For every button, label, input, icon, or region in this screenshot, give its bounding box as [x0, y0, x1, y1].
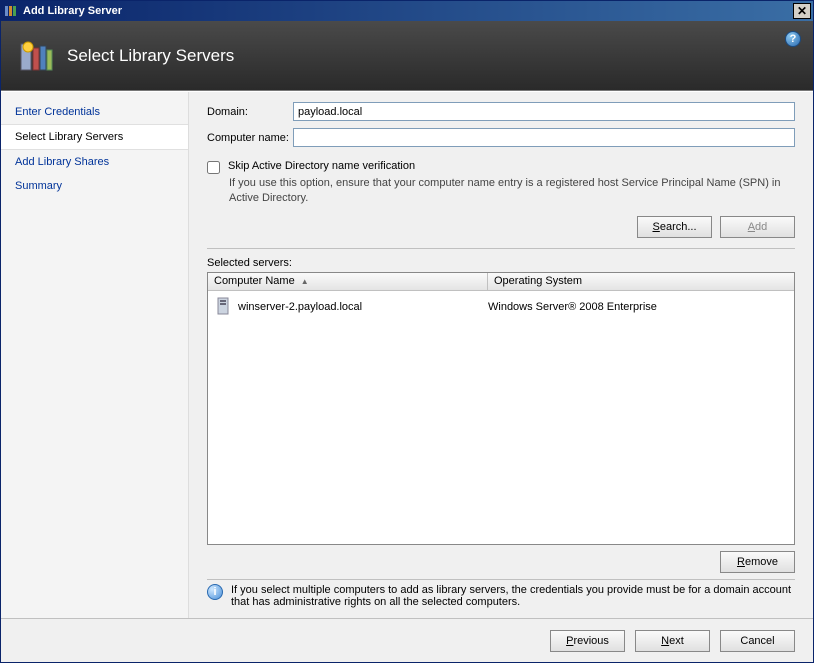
cancel-button[interactable]: Cancel: [720, 630, 795, 652]
sort-asc-icon: ▲: [301, 277, 309, 286]
info-icon: i: [207, 584, 223, 600]
server-icon: [214, 297, 232, 318]
next-button[interactable]: Next: [635, 630, 710, 652]
skip-ad-verification-checkbox[interactable]: [207, 161, 220, 174]
row-operating-system: Windows Server® 2008 Enterprise: [488, 301, 788, 313]
wizard-footer: Previous Next Cancel: [1, 618, 813, 662]
column-operating-system[interactable]: Operating System: [488, 273, 794, 290]
domain-label: Domain:: [207, 106, 293, 118]
close-button[interactable]: ✕: [793, 3, 811, 19]
page-title: Select Library Servers: [67, 46, 234, 66]
search-button[interactable]: Search...: [637, 216, 712, 238]
window-title: Add Library Server: [23, 5, 793, 17]
row-computer-name: winserver-2.payload.local: [238, 301, 488, 313]
domain-input[interactable]: [293, 102, 795, 121]
titlebar: Add Library Server ✕: [1, 1, 813, 21]
main-panel: Domain: Computer name: Skip Active Direc…: [189, 92, 813, 618]
skip-hint-text: If you use this option, ensure that your…: [229, 176, 795, 206]
wizard-body: Enter Credentials Select Library Servers…: [1, 91, 813, 618]
dialog-window: Add Library Server ✕ Select Library Serv…: [0, 0, 814, 663]
remove-button[interactable]: Remove: [720, 551, 795, 573]
window-icon: [3, 3, 19, 19]
separator: [207, 248, 795, 249]
library-icon: [19, 38, 55, 74]
info-box: i If you select multiple computers to ad…: [207, 579, 795, 614]
help-icon[interactable]: ?: [785, 31, 801, 47]
info-text: If you select multiple computers to add …: [231, 584, 795, 608]
selected-servers-list: Computer Name ▲ Operating System: [207, 272, 795, 545]
add-button[interactable]: Add: [720, 216, 795, 238]
step-summary[interactable]: Summary: [1, 174, 188, 198]
wizard-steps-sidebar: Enter Credentials Select Library Servers…: [1, 92, 189, 618]
column-computer-name[interactable]: Computer Name ▲: [208, 273, 488, 290]
skip-ad-verification-label: Skip Active Directory name verification: [228, 160, 795, 172]
step-select-library-servers[interactable]: Select Library Servers: [1, 124, 188, 150]
step-add-library-shares[interactable]: Add Library Shares: [1, 150, 188, 174]
wizard-header: Select Library Servers ?: [1, 21, 813, 91]
list-header: Computer Name ▲ Operating System: [208, 273, 794, 291]
selected-servers-label: Selected servers:: [207, 257, 795, 269]
previous-button[interactable]: Previous: [550, 630, 625, 652]
table-row[interactable]: winserver-2.payload.local Windows Server…: [208, 291, 794, 324]
list-body: winserver-2.payload.local Windows Server…: [208, 291, 794, 544]
computer-name-input[interactable]: [293, 128, 795, 147]
computer-name-label: Computer name:: [207, 132, 293, 144]
step-enter-credentials[interactable]: Enter Credentials: [1, 100, 188, 124]
